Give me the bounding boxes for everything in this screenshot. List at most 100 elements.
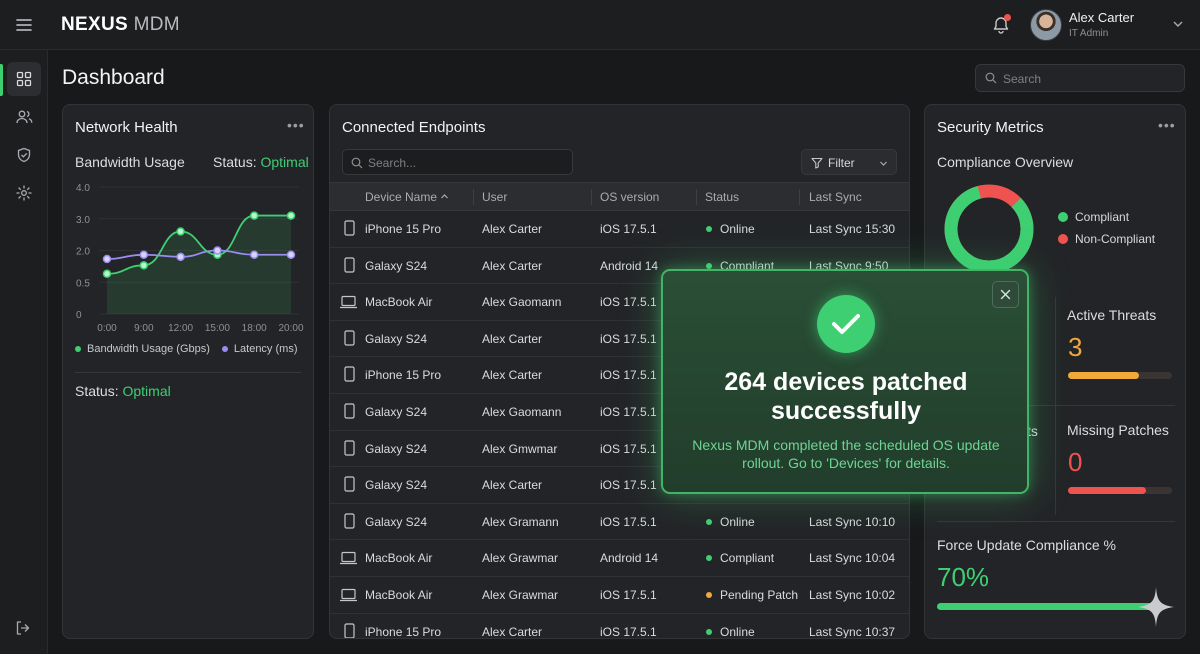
divider	[75, 372, 301, 373]
active-threats-value: 3	[1068, 332, 1083, 362]
device-icon	[339, 588, 358, 607]
bandwidth-point[interactable]	[102, 269, 112, 279]
cell-device-name: iPhone 15 Pro	[365, 624, 442, 639]
x-tick-label: 15:00	[205, 323, 230, 334]
shield-icon	[17, 147, 31, 163]
search-placeholder: Search...	[368, 156, 417, 170]
status-dot	[706, 592, 712, 598]
status-dot	[706, 555, 712, 562]
x-tick-label: 12:00	[168, 323, 193, 334]
sidebar-item-dashboard[interactable]	[7, 62, 41, 96]
status-dot	[706, 518, 712, 525]
bandwidth-point[interactable]	[286, 211, 296, 220]
sidebar-active-indicator	[0, 64, 3, 96]
search-icon	[985, 72, 997, 84]
chevron-down-icon[interactable]	[1172, 18, 1184, 30]
device-icon	[344, 256, 355, 278]
sidebar-item-security[interactable]	[7, 138, 41, 172]
y-tick-label: 3.0	[76, 215, 90, 226]
sidebar-item-users[interactable]	[7, 100, 41, 134]
column-os-version[interactable]: OS version	[600, 190, 659, 204]
cell-last-sync: Last Sync 15:30	[809, 222, 896, 236]
x-tick-label: 20:00	[278, 323, 303, 334]
gear-icon	[16, 185, 32, 201]
phone-icon	[344, 256, 355, 273]
table-row[interactable]: MacBook Air Alex Grawmar iOS 17.5.1 Pending…	[330, 577, 909, 614]
more-options-icon[interactable]: •••	[287, 117, 305, 133]
missing-patches-bar-fill	[1068, 487, 1146, 494]
column-user[interactable]: User	[482, 190, 507, 204]
avatar[interactable]	[1030, 9, 1062, 41]
compliance-title: Compliance Overview	[937, 154, 1074, 170]
bandwidth-point[interactable]	[176, 227, 185, 236]
close-icon	[1000, 289, 1011, 300]
sparkle-icon	[1138, 587, 1174, 627]
legend-latency: Latency (ms)	[221, 343, 297, 355]
endpoints-search-input[interactable]: Search...	[342, 149, 573, 175]
latency-point[interactable]	[139, 250, 149, 259]
compliance-donut-chart	[944, 184, 1034, 274]
card-title: Security Metrics	[937, 119, 1044, 136]
y-tick-label: 2.0	[76, 247, 90, 258]
search-input[interactable]: Search	[975, 64, 1185, 92]
cell-status: Pending Patch	[706, 588, 798, 602]
cell-user: Alex Carter	[482, 478, 543, 493]
filter-button[interactable]: Filter	[801, 149, 897, 175]
phone-icon	[344, 513, 355, 529]
toast-title: 264 devices patched successfully	[724, 368, 968, 425]
column-status[interactable]: Status	[705, 190, 739, 204]
column-device-name[interactable]: Device Name	[365, 190, 449, 204]
active-threats-bar	[1068, 372, 1172, 379]
device-icon	[344, 476, 355, 497]
logout-icon[interactable]	[15, 620, 31, 636]
network-health-card: Network Health ••• Bandwidth Usage Statu…	[62, 104, 314, 639]
menu-icon[interactable]	[14, 15, 34, 35]
user-role: IT Admin	[1069, 28, 1109, 39]
cell-user: Alex Carter	[482, 258, 543, 273]
device-icon	[344, 439, 355, 461]
laptop-icon	[340, 552, 357, 565]
column-separator	[799, 189, 800, 205]
table-row[interactable]: iPhone 15 Pro Alex Carter iOS 17.5.1 Online…	[330, 211, 909, 248]
cell-last-sync: Last Sync 10:04	[809, 551, 896, 566]
latency-point[interactable]	[102, 254, 112, 264]
legend-compliant: Compliant	[1058, 210, 1129, 224]
device-icon	[344, 366, 355, 387]
cell-device-name: Galaxy S24	[365, 405, 428, 419]
close-button[interactable]	[992, 281, 1019, 308]
phone-icon	[344, 622, 355, 638]
table-row[interactable]: MacBook Air Alex Grawmar Android 14 Complia…	[330, 540, 909, 577]
y-tick-label: 4.0	[76, 183, 90, 194]
latency-point[interactable]	[249, 250, 259, 259]
sort-up-icon	[441, 194, 449, 199]
sidebar-item-settings[interactable]	[7, 176, 41, 210]
table-row[interactable]: iPhone 15 Pro Alex Carter iOS 17.5.1 Online…	[330, 614, 909, 639]
more-options-icon[interactable]: •••	[1158, 117, 1176, 133]
cell-os-version: Android 14	[600, 258, 659, 273]
status-text: Status: Optimal	[213, 154, 309, 170]
cell-device-name: Galaxy S24	[365, 514, 428, 529]
filter-icon	[811, 157, 823, 169]
column-last-sync[interactable]: Last Sync	[809, 190, 862, 204]
cell-os-version: iOS 17.5.1	[600, 368, 657, 383]
cell-os-version: iOS 17.5.1	[600, 588, 657, 602]
cell-os-version: iOS 17.5.1	[600, 331, 657, 346]
search-placeholder: Search	[1003, 72, 1042, 86]
page-title: Dashboard	[62, 66, 165, 89]
sidebar	[0, 50, 48, 654]
bandwidth-point[interactable]	[139, 261, 149, 270]
table-row[interactable]: Galaxy S24 Alex Gramann iOS 17.5.1 Online La…	[330, 504, 909, 541]
legend-non-compliant: Non-Compliant	[1058, 232, 1155, 246]
cell-os-version: iOS 17.5.1	[600, 514, 657, 529]
bandwidth-point[interactable]	[249, 211, 259, 220]
status-dot	[706, 226, 712, 232]
chevron-down-icon	[880, 161, 887, 166]
cell-os-version: iOS 17.5.1	[600, 478, 657, 493]
phone-icon	[344, 366, 355, 382]
table-header: Device Name User OS version Status Last …	[330, 182, 909, 211]
chart-subtitle: Bandwidth Usage	[75, 154, 185, 170]
latency-point[interactable]	[286, 250, 296, 259]
latency-point[interactable]	[213, 246, 222, 255]
cell-user: Alex Carter	[482, 624, 543, 639]
latency-point[interactable]	[176, 252, 185, 262]
